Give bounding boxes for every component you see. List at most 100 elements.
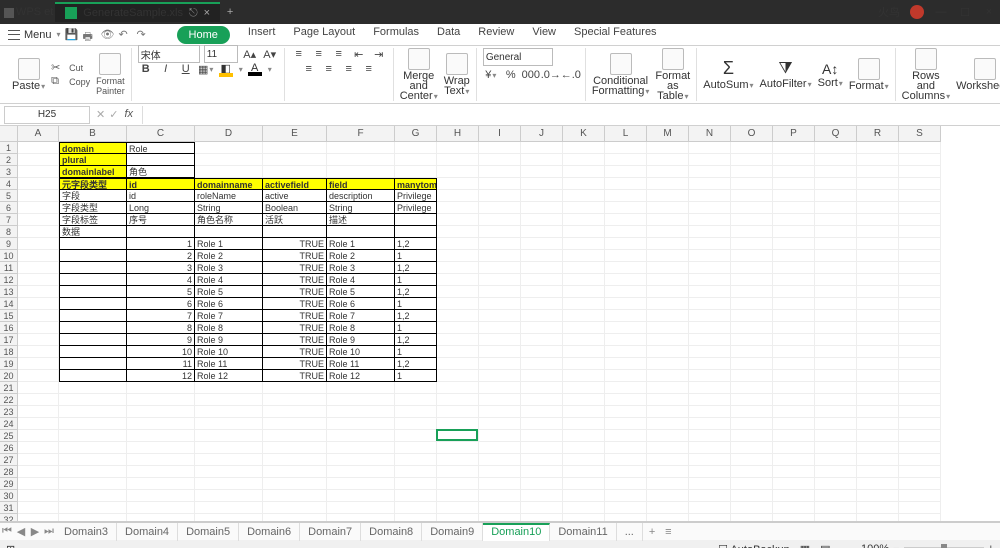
cell[interactable] — [395, 490, 437, 502]
merge-center-button[interactable]: Merge and Center▾ — [400, 48, 438, 102]
cell[interactable]: Privilege — [395, 202, 437, 214]
cell[interactable]: 字段类型 — [59, 202, 127, 214]
cell[interactable] — [773, 310, 815, 322]
cell[interactable] — [773, 166, 815, 178]
cell[interactable] — [437, 190, 479, 202]
cell[interactable] — [857, 214, 899, 226]
cell[interactable] — [899, 382, 941, 394]
cell[interactable] — [437, 418, 479, 430]
col-header[interactable]: D — [195, 126, 263, 142]
main-menu-label[interactable]: Menu — [24, 29, 52, 41]
cell[interactable] — [521, 274, 563, 286]
conditional-formatting-button[interactable]: Conditional Formatting▾ — [592, 53, 650, 97]
cell[interactable] — [899, 178, 941, 190]
cell[interactable] — [857, 142, 899, 154]
cell[interactable] — [815, 226, 857, 238]
col-header[interactable]: L — [605, 126, 647, 142]
cell[interactable] — [815, 190, 857, 202]
cell[interactable] — [731, 142, 773, 154]
cell[interactable] — [815, 358, 857, 370]
cell[interactable] — [815, 418, 857, 430]
cancel-fx-icon[interactable]: ✕ — [96, 108, 105, 121]
cell[interactable] — [195, 154, 263, 166]
cell[interactable] — [479, 322, 521, 334]
cell[interactable] — [689, 346, 731, 358]
cell[interactable] — [563, 214, 605, 226]
cell[interactable] — [899, 142, 941, 154]
grow-font-icon[interactable]: A▴ — [242, 46, 258, 62]
cell[interactable] — [127, 154, 195, 166]
cell[interactable] — [689, 418, 731, 430]
cell[interactable] — [689, 490, 731, 502]
cell[interactable]: 11 — [127, 358, 195, 370]
cell[interactable] — [899, 358, 941, 370]
cell[interactable] — [437, 490, 479, 502]
cell[interactable] — [563, 298, 605, 310]
row-header[interactable]: 9 — [0, 238, 18, 250]
sheet-nav-prev-icon[interactable]: ◀ — [14, 525, 28, 538]
cell[interactable] — [521, 262, 563, 274]
cell[interactable] — [815, 250, 857, 262]
cell[interactable] — [18, 358, 59, 370]
row-header[interactable]: 32 — [0, 514, 18, 522]
cell[interactable] — [521, 226, 563, 238]
qat-redo-icon[interactable]: ↷ — [137, 28, 151, 42]
cell[interactable] — [263, 466, 327, 478]
cell[interactable] — [479, 454, 521, 466]
col-header[interactable]: B — [59, 126, 127, 142]
cell[interactable] — [731, 334, 773, 346]
cell[interactable] — [263, 454, 327, 466]
cell[interactable] — [647, 502, 689, 514]
cell[interactable] — [195, 418, 263, 430]
cell[interactable]: Role 2 — [327, 250, 395, 262]
cell[interactable] — [563, 370, 605, 382]
cell[interactable] — [327, 502, 395, 514]
cell[interactable] — [18, 178, 59, 190]
cell[interactable] — [18, 382, 59, 394]
cell[interactable] — [263, 142, 327, 154]
cell[interactable] — [563, 142, 605, 154]
cell[interactable] — [605, 238, 647, 250]
cell[interactable] — [563, 262, 605, 274]
paste-button[interactable]: Paste▾ — [12, 58, 45, 92]
underline-button[interactable]: U — [178, 61, 194, 77]
cell[interactable] — [731, 454, 773, 466]
cell[interactable] — [815, 322, 857, 334]
cell[interactable]: TRUE — [263, 322, 327, 334]
cell[interactable] — [899, 214, 941, 226]
cell[interactable] — [647, 286, 689, 298]
cell[interactable] — [857, 382, 899, 394]
row-header[interactable]: 5 — [0, 190, 18, 202]
format-as-table-button[interactable]: Format as Table▾ — [655, 48, 690, 102]
col-header[interactable]: H — [437, 126, 479, 142]
autofilter-button[interactable]: ⧩AutoFilter▾ — [760, 60, 812, 90]
cell[interactable] — [857, 346, 899, 358]
cell[interactable]: String — [327, 202, 395, 214]
sheet-tab[interactable]: Domain4 — [117, 523, 178, 541]
cell[interactable] — [899, 190, 941, 202]
cell[interactable] — [605, 514, 647, 522]
cell[interactable] — [18, 502, 59, 514]
cell[interactable] — [59, 418, 127, 430]
cell[interactable] — [563, 334, 605, 346]
cell[interactable] — [773, 454, 815, 466]
qat-undo-icon[interactable]: ↶ — [119, 28, 133, 42]
cell[interactable] — [59, 286, 127, 298]
cell[interactable]: Role 5 — [327, 286, 395, 298]
cell[interactable]: 3 — [127, 262, 195, 274]
cell[interactable] — [689, 142, 731, 154]
cell[interactable] — [395, 442, 437, 454]
cell[interactable] — [815, 262, 857, 274]
cell[interactable] — [647, 442, 689, 454]
row-header[interactable]: 3 — [0, 166, 18, 178]
cell[interactable] — [59, 454, 127, 466]
cell[interactable] — [395, 430, 437, 442]
cell[interactable] — [857, 286, 899, 298]
cell[interactable] — [437, 370, 479, 382]
cell[interactable]: domainlabel — [59, 166, 127, 178]
cell[interactable]: Role 10 — [195, 346, 263, 358]
cell[interactable] — [521, 514, 563, 522]
cell[interactable] — [815, 334, 857, 346]
cell[interactable] — [857, 334, 899, 346]
cell[interactable]: Role 7 — [195, 310, 263, 322]
